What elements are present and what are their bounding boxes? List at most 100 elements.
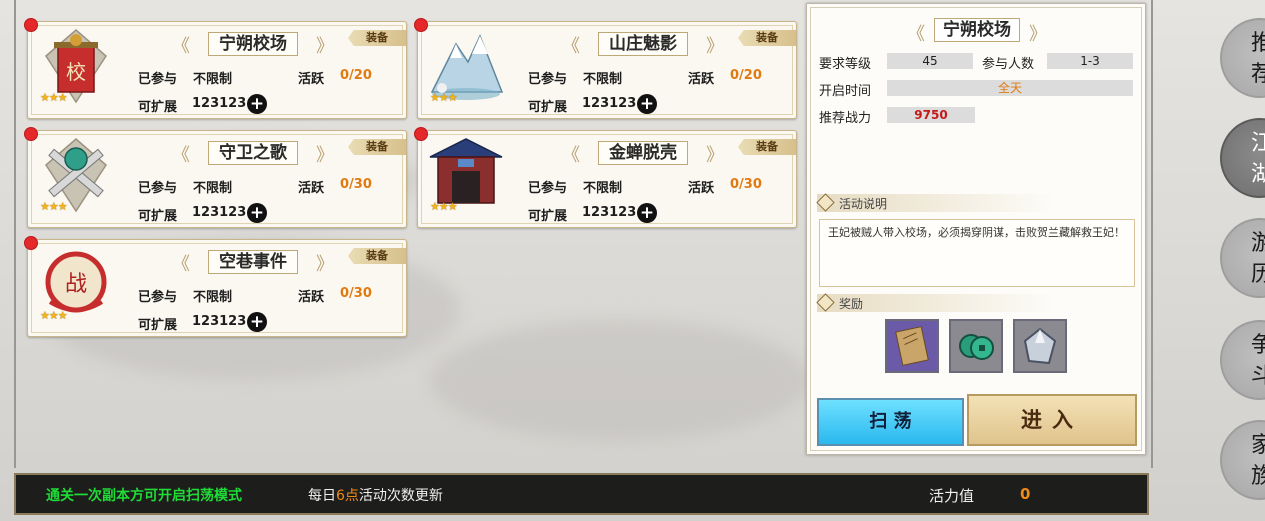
expand-value: 123123: [192, 314, 247, 329]
desc-section-header: 活动说明: [816, 193, 1057, 212]
coins-icon[interactable]: [949, 319, 1003, 373]
card-title: 《 山庄魅影 》: [562, 32, 724, 57]
req-level-value: 45: [887, 53, 973, 69]
joined-label: 已参与: [138, 72, 178, 87]
notification-dot: [414, 127, 428, 141]
ornament-left-icon: 《: [172, 145, 190, 166]
ornament-left-icon: 《: [172, 254, 190, 275]
joined-value: 不限制: [193, 290, 233, 305]
ornament-right-icon: 》: [706, 36, 724, 57]
card-title: 《 空巷事件 》: [172, 250, 334, 275]
ornament-left-icon: 《: [562, 36, 580, 57]
tab-jianghu[interactable]: 江湖: [1220, 118, 1265, 198]
players-label: 参与人数: [982, 57, 1035, 72]
joined-value: 不限制: [193, 72, 233, 87]
active-label: 活跃: [688, 72, 715, 87]
expand-value: 123123: [192, 96, 247, 111]
joined-label: 已参与: [138, 181, 178, 196]
ornament-right-icon: 》: [316, 145, 334, 166]
enter-button[interactable]: 进入: [967, 394, 1137, 446]
expand-label: 可扩展: [138, 318, 178, 333]
svg-text:战: 战: [65, 272, 87, 297]
crystal-icon[interactable]: [1013, 319, 1067, 373]
ornament-right-icon: 》: [706, 145, 724, 166]
bottom-info-bar: 通关一次副本方可开启扫荡模式 每日6点活动次数更新 活力值 0: [14, 473, 1149, 515]
activity-card-2[interactable]: ★★★ 《 山庄魅影 》 装备 已参与 不限制 活跃 0/20 可扩展 1231…: [414, 18, 797, 119]
add-button[interactable]: +: [247, 203, 267, 223]
tab-recommend[interactable]: 推荐: [1220, 18, 1265, 98]
active-value: 0/30: [340, 286, 372, 301]
detail-panel: 《 宁朔校场 》 要求等级 45 参与人数 1-3 开启时间 全天 推荐战力 9…: [806, 3, 1146, 455]
joined-label: 已参与: [138, 290, 178, 305]
activity-description: 王妃被贼人带入校场，必须揭穿阴谋，击败贺兰藏解救王妃！: [819, 219, 1135, 287]
tab-family[interactable]: 家族: [1220, 420, 1265, 500]
card-title: 《 金蝉脱壳 》: [562, 141, 724, 166]
notification-dot: [24, 18, 38, 32]
add-button[interactable]: +: [637, 203, 657, 223]
expand-label: 可扩展: [138, 209, 178, 224]
diamond-icon: [816, 193, 835, 212]
joined-label: 已参与: [528, 181, 568, 196]
side-tab-bar: 推荐 江湖 游历 争斗 家族: [1155, 0, 1265, 521]
star-rating: ★★★: [40, 91, 68, 104]
expand-label: 可扩展: [528, 100, 568, 115]
card-title: 《 守卫之歌 》: [172, 141, 334, 166]
category-tag: 装备: [348, 30, 406, 46]
daily-refresh-text: 每日6点活动次数更新: [308, 488, 443, 504]
star-rating: ★★★: [40, 200, 68, 213]
notification-dot: [414, 18, 428, 32]
ornament-right-icon: 》: [1029, 24, 1047, 45]
joined-value: 不限制: [583, 181, 623, 196]
joined-label: 已参与: [528, 72, 568, 87]
expand-label: 可扩展: [138, 100, 178, 115]
active-value: 0/20: [730, 68, 762, 83]
expand-value: 123123: [582, 96, 637, 111]
vitality-value: 0: [1020, 485, 1031, 503]
star-rating: ★★★: [430, 200, 458, 213]
tab-battle[interactable]: 争斗: [1220, 320, 1265, 400]
activity-card-4[interactable]: ★★★ 《 金蝉脱壳 》 装备 已参与 不限制 活跃 0/30 可扩展 1231…: [414, 127, 797, 228]
active-value: 0/30: [730, 177, 762, 192]
category-tag: 装备: [738, 139, 796, 155]
category-tag: 装备: [348, 248, 406, 264]
vitality-label: 活力值: [929, 487, 975, 505]
active-label: 活跃: [298, 72, 325, 87]
diamond-icon: [816, 293, 835, 312]
category-tag: 装备: [348, 139, 406, 155]
sweep-button[interactable]: 扫 荡: [817, 398, 964, 446]
activity-card-3[interactable]: ★★★ 《 守卫之歌 》 装备 已参与 不限制 活跃 0/30 可扩展 1231…: [24, 127, 407, 228]
players-value: 1-3: [1047, 53, 1133, 69]
star-rating: ★★★: [430, 91, 458, 104]
open-time-label: 开启时间: [819, 84, 872, 99]
ornament-left-icon: 《: [907, 24, 925, 45]
star-rating: ★★★: [40, 309, 68, 322]
ornament-left-icon: 《: [562, 145, 580, 166]
open-time-value: 全天: [887, 80, 1133, 96]
book-icon[interactable]: [885, 319, 939, 373]
active-label: 活跃: [298, 290, 325, 305]
notification-dot: [24, 127, 38, 141]
expand-value: 123123: [192, 205, 247, 220]
activity-card-1[interactable]: 校 ★★★ 《 宁朔校场 》 装备 已参与 不限制 活跃 0/20 可扩展 12…: [24, 18, 407, 119]
expand-label: 可扩展: [528, 209, 568, 224]
add-button[interactable]: +: [247, 312, 267, 332]
active-label: 活跃: [688, 181, 715, 196]
notification-dot: [24, 236, 38, 250]
category-tag: 装备: [738, 30, 796, 46]
svg-text:校: 校: [66, 60, 86, 84]
reward-section-header: 奖励: [816, 293, 1057, 312]
expand-value: 123123: [582, 205, 637, 220]
card-title: 《 宁朔校场 》: [172, 32, 334, 57]
tab-travel[interactable]: 游历: [1220, 218, 1265, 298]
active-value: 0/20: [340, 68, 372, 83]
active-value: 0/30: [340, 177, 372, 192]
req-level-label: 要求等级: [819, 57, 872, 72]
detail-title: 《 宁朔校场 》: [907, 18, 1047, 45]
power-label: 推荐战力: [819, 111, 872, 126]
active-label: 活跃: [298, 181, 325, 196]
add-button[interactable]: +: [247, 94, 267, 114]
ornament-right-icon: 》: [316, 36, 334, 57]
joined-value: 不限制: [583, 72, 623, 87]
activity-card-5[interactable]: 战 ★★★ 《 空巷事件 》 装备 已参与 不限制 活跃 0/30 可扩展 12…: [24, 236, 407, 337]
add-button[interactable]: +: [637, 94, 657, 114]
